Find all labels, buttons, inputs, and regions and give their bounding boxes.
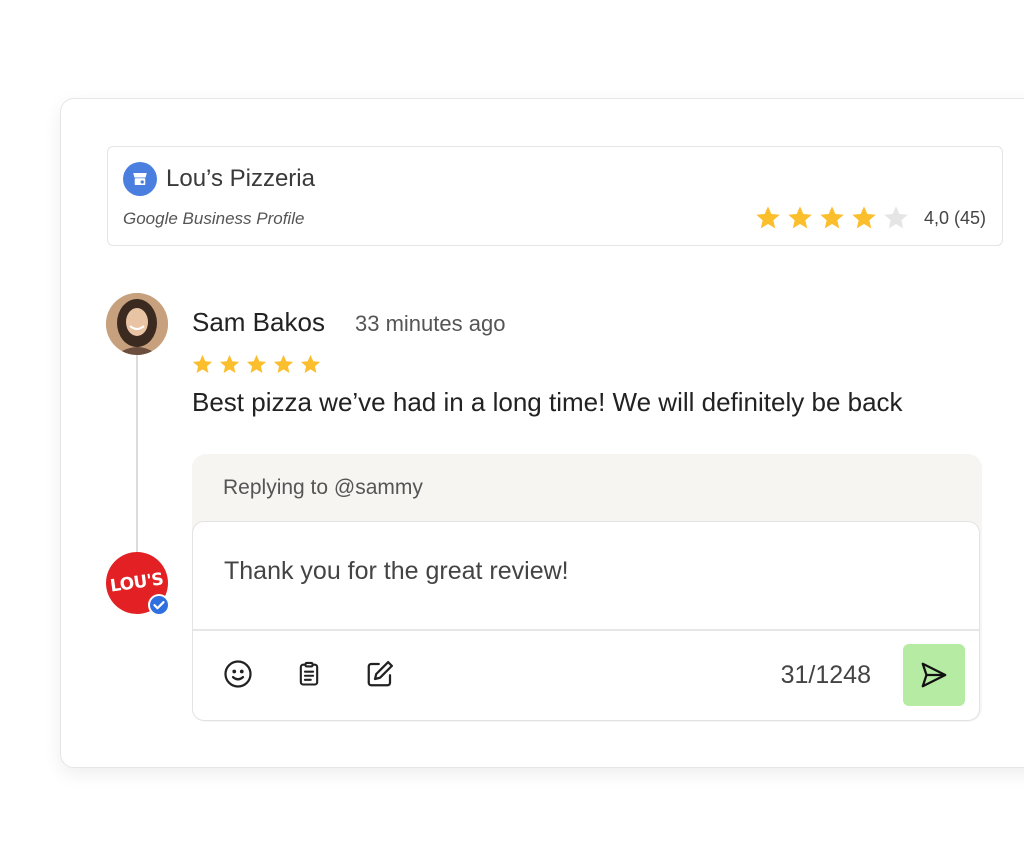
emoji-icon[interactable]	[222, 658, 254, 690]
storefront-icon	[123, 162, 157, 196]
send-button[interactable]	[903, 644, 965, 706]
reply-composer: 31/1248	[192, 521, 980, 721]
star-icon	[192, 354, 213, 374]
thread-line	[136, 354, 138, 554]
reply-panel: Replying to @sammy Thank you for the gre…	[192, 454, 982, 722]
send-icon	[921, 662, 947, 688]
avatar[interactable]	[106, 293, 168, 355]
star-icon	[788, 206, 812, 229]
star-icon	[756, 206, 780, 229]
business-header: Lou’s Pizzeria Google Business Profile 4…	[107, 146, 1003, 246]
review-text: Best pizza we’ve had in a long time! We …	[192, 387, 903, 417]
business-name: Lou’s Pizzeria	[166, 165, 315, 192]
star-icon	[246, 354, 267, 374]
star-icon	[820, 206, 844, 229]
edit-icon[interactable]	[364, 658, 396, 690]
review-star-rating	[191, 353, 322, 376]
star-icon	[273, 354, 294, 374]
character-counter: 31/1248	[780, 661, 871, 689]
review-time: 33 minutes ago	[355, 311, 506, 336]
star-icon	[852, 206, 876, 229]
business-star-rating	[754, 204, 910, 232]
business-source: Google Business Profile	[123, 209, 305, 228]
reply-input[interactable]	[222, 556, 926, 587]
star-icon	[884, 206, 908, 229]
review-card: Lou’s Pizzeria Google Business Profile 4…	[60, 98, 1024, 768]
business-rating: 4,0 (45)	[754, 204, 986, 232]
verified-badge-icon	[147, 593, 171, 617]
divider	[193, 629, 979, 631]
clipboard-icon[interactable]	[293, 658, 325, 690]
star-icon	[300, 354, 321, 374]
reviewer-name[interactable]: Sam Bakos	[192, 307, 325, 338]
rating-label: 4,0 (45)	[923, 207, 986, 228]
star-icon	[219, 354, 240, 374]
replying-to-label: Replying to @sammy	[223, 476, 423, 499]
